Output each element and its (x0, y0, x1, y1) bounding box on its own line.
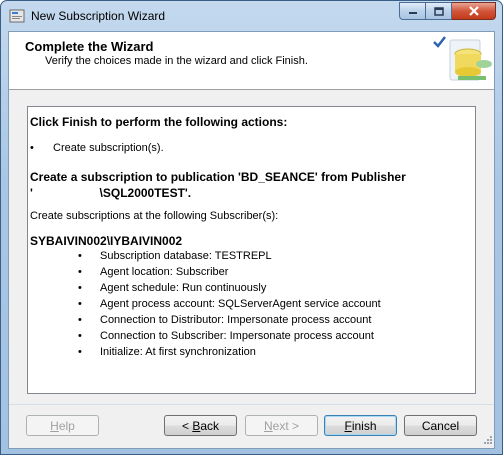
help-mnemonic: H (50, 418, 59, 433)
maximize-icon (433, 6, 444, 16)
bullet-icon: • (78, 266, 82, 278)
bullet-icon: • (78, 282, 82, 294)
detail-text: Agent schedule: Run continuously (100, 282, 267, 294)
bullet-icon: • (78, 298, 82, 310)
wizard-graphic-icon (433, 36, 492, 81)
app-wizard-icon (9, 9, 25, 23)
page-title: Complete the Wizard (25, 39, 154, 54)
minimize-icon (408, 12, 417, 14)
summary-report[interactable]: Click Finish to perform the following ac… (27, 106, 476, 394)
bullet-icon: • (78, 250, 82, 262)
subscribers-label: Create subscriptions at the following Su… (30, 210, 279, 222)
page-subtitle: Verify the choices made in the wizard an… (45, 55, 308, 67)
next-button[interactable]: Next > (245, 415, 318, 436)
back-button[interactable]: < Back (164, 415, 237, 436)
detail-text: Connection to Subscriber: Impersonate pr… (100, 330, 374, 342)
bullet-icon: • (78, 346, 82, 358)
bullet-icon: • (78, 330, 82, 342)
detail-text: Agent process account: SQLServerAgent se… (100, 298, 381, 310)
next-mnemonic: N (263, 418, 273, 433)
publication-line-2: ' \SQL2000TEST'. (30, 186, 192, 200)
finish-mnemonic: F (344, 418, 352, 433)
footer-divider (9, 404, 494, 405)
title-bar[interactable]: New Subscription Wizard (1, 1, 502, 31)
close-button[interactable] (452, 2, 496, 20)
caption-buttons (399, 2, 496, 21)
help-button[interactable]: Help (26, 415, 99, 436)
bullet-icon: • (78, 314, 82, 326)
cancel-label: Cancel (421, 418, 460, 433)
window-title: New Subscription Wizard (31, 9, 166, 23)
detail-text: Initialize: At first synchronization (100, 346, 256, 358)
cancel-button[interactable]: Cancel (404, 415, 477, 436)
action-text: Create subscription(s). (53, 142, 164, 154)
wizard-header: Complete the Wizard Verify the choices m… (9, 32, 494, 90)
back-label-pre: < (181, 418, 193, 433)
wizard-body: Complete the Wizard Verify the choices m… (8, 31, 495, 449)
finish-label-post: inish (351, 418, 377, 433)
finish-button[interactable]: Finish (324, 415, 397, 436)
next-label-post: ext > (272, 418, 300, 433)
wizard-window: New Subscription Wizard Complete the Wiz… (0, 0, 503, 455)
close-icon (468, 6, 479, 16)
back-mnemonic: B (192, 418, 201, 433)
detail-text: Subscription database: TESTREPL (100, 250, 272, 262)
detail-text: Connection to Distributor: Impersonate p… (100, 314, 372, 326)
subscriber-name: SYBAIVIN002\IYBAIVIN002 (30, 234, 183, 248)
back-label-post: ack (200, 418, 220, 433)
resize-grip-icon[interactable] (481, 435, 493, 447)
publication-line-1: Create a subscription to publication 'BD… (30, 170, 406, 184)
report-heading: Click Finish to perform the following ac… (30, 115, 288, 129)
detail-text: Agent location: Subscriber (100, 266, 229, 278)
help-label-post: elp (58, 418, 75, 433)
minimize-button[interactable] (399, 2, 426, 20)
maximize-button[interactable] (426, 2, 452, 20)
bullet-icon: • (30, 142, 34, 154)
